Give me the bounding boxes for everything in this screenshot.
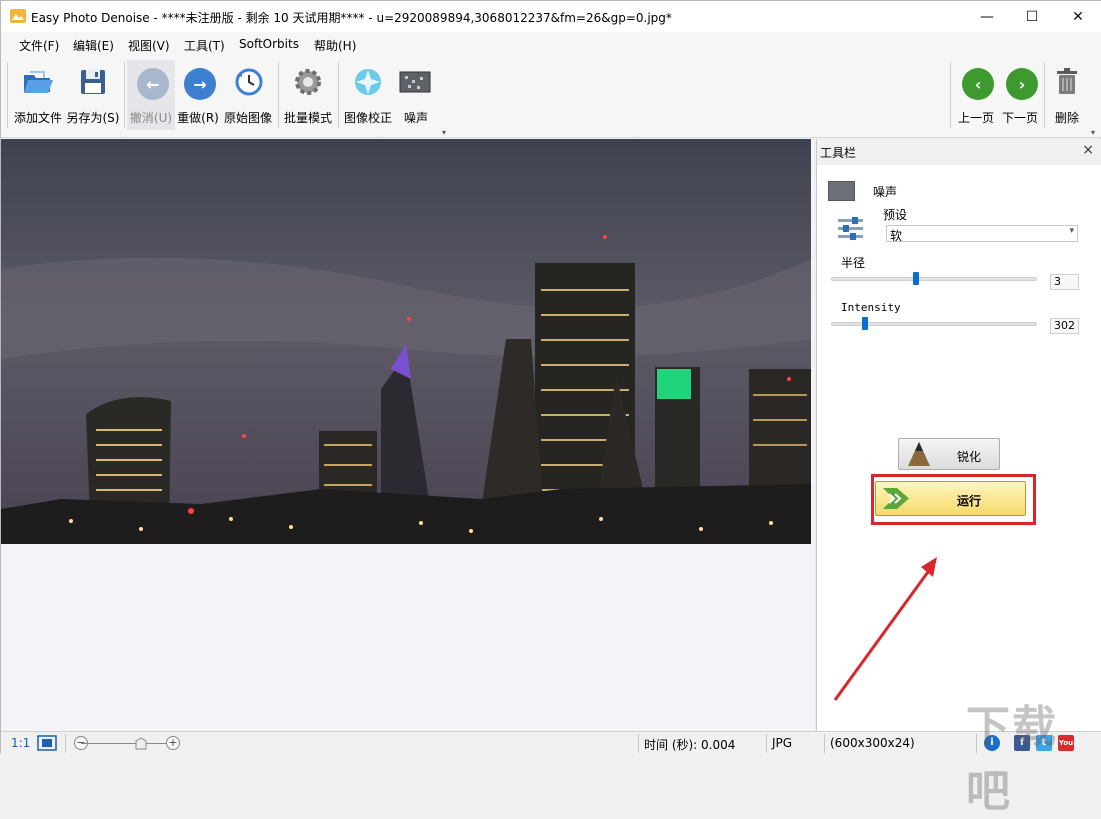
preset-sliders-icon (838, 217, 863, 240)
preset-selected-value: 软 (890, 229, 903, 243)
delete-label: 删除 (1054, 111, 1079, 125)
toolbar-separator (278, 62, 279, 128)
folder-open-icon (24, 71, 53, 93)
zoom-slider[interactable] (81, 743, 173, 744)
panel-title: 工具栏 (820, 146, 857, 160)
tools-panel: 工具栏 × 噪声 预设 软 ▾ 半径 3 Intensity 302 锐化 运行 (816, 139, 1101, 731)
sharpen-label: 锐化 (957, 450, 982, 464)
previous-page-button[interactable]: ‹ 上一页 (954, 60, 998, 130)
image-dimensions: (600x300x24) (830, 736, 915, 750)
next-arrow-icon: › (1006, 68, 1038, 100)
add-file-button[interactable]: 添加文件 (11, 60, 65, 130)
previous-page-label: 上一页 (957, 111, 994, 125)
noise-label: 噪声 (403, 111, 428, 125)
status-separator (824, 734, 825, 753)
next-page-label: 下一页 (1001, 111, 1038, 125)
title-bar: Easy Photo Denoise - ****未注册版 - 剩余 10 天试… (1, 1, 1101, 32)
redo-label: 重做(R) (177, 111, 219, 125)
next-page-button[interactable]: › 下一页 (998, 60, 1042, 130)
maximize-button[interactable]: ☐ (1009, 1, 1055, 32)
status-bar: 1:1 − + 时间 (秒): 0.004 JPG (600x300x24) i… (1, 731, 1101, 754)
menu-view[interactable]: 视图(V) (128, 37, 170, 54)
menu-bar: 文件(F) 编辑(E) 视图(V) 工具(T) SoftOrbits 帮助(H) (1, 32, 1101, 56)
panel-body: 噪声 预设 软 ▾ 半径 3 Intensity 302 锐化 运行 (817, 165, 1101, 731)
save-as-button[interactable]: 另存为(S) (65, 60, 121, 130)
batch-mode-button[interactable]: 批量模式 (281, 60, 335, 130)
zoom-slider-thumb[interactable] (135, 737, 147, 750)
gear-icon (295, 69, 321, 95)
toolbar-separator (1044, 62, 1045, 128)
menu-softorbits[interactable]: SoftOrbits (239, 37, 299, 51)
redo-arrow-icon: → (184, 68, 216, 100)
radius-value-field[interactable]: 3 (1050, 274, 1079, 290)
radius-label: 半径 (841, 256, 866, 270)
app-logo-icon (10, 9, 26, 23)
pencil-icon (908, 442, 930, 466)
original-image-label: 原始图像 (223, 111, 272, 125)
chevron-down-icon: ▾ (1069, 226, 1074, 236)
original-image-button[interactable]: 原始图像 (221, 60, 275, 130)
toolbar-separator (338, 62, 339, 128)
preset-label: 预设 (883, 208, 908, 222)
status-separator (65, 734, 66, 753)
intensity-slider[interactable] (831, 317, 1037, 330)
intensity-label: Intensity (841, 301, 901, 314)
toolbar-separator (124, 62, 125, 128)
image-correction-label: 图像校正 (343, 111, 392, 125)
minimize-button[interactable]: — (964, 1, 1010, 32)
trash-icon (1057, 68, 1077, 94)
run-arrow-icon (883, 488, 909, 509)
panel-close-icon[interactable]: × (1082, 142, 1094, 158)
site-watermark: 下载吧 (966, 702, 1058, 817)
toolbar-overflow-icon[interactable]: ▾ (442, 128, 446, 137)
city-skyline-photo (1, 139, 811, 544)
image-canvas[interactable] (1, 139, 814, 731)
close-button[interactable]: ✕ (1055, 1, 1101, 32)
menu-tools[interactable]: 工具(T) (184, 37, 225, 54)
processing-time: 时间 (秒): 0.004 (644, 738, 736, 752)
add-file-label: 添加文件 (13, 111, 62, 125)
toolbar-grip-right (950, 62, 951, 128)
toolbar-grip (7, 62, 8, 128)
noise-button[interactable]: 噪声 (397, 60, 435, 130)
run-label: 运行 (957, 494, 982, 508)
image-format: JPG (772, 736, 793, 750)
panel-header: 工具栏 × (817, 139, 1101, 163)
preset-select[interactable]: 软 ▾ (886, 225, 1078, 243)
delete-button[interactable]: 删除 (1047, 60, 1087, 130)
floppy-disk-icon (81, 70, 105, 94)
intensity-value-field[interactable]: 302 (1050, 318, 1079, 334)
redo-button[interactable]: → 重做(R) (176, 60, 220, 130)
annotation-arrow-icon (833, 557, 937, 701)
zoom-in-icon[interactable]: + (166, 736, 180, 750)
noise-icon (828, 181, 855, 201)
previous-arrow-icon: ‹ (962, 68, 994, 100)
undo-button[interactable]: ← 撤消(U) (127, 60, 175, 130)
actual-size-button[interactable]: 1:1 (11, 736, 30, 750)
menu-help[interactable]: 帮助(H) (314, 37, 356, 54)
status-separator (638, 734, 639, 753)
clock-icon (235, 68, 263, 96)
noise-icon (399, 71, 431, 93)
app-window: Easy Photo Denoise - ****未注册版 - 剩余 10 天试… (0, 0, 1101, 817)
status-separator (766, 734, 767, 753)
undo-arrow-icon: ← (137, 68, 169, 100)
image-correction-icon (355, 69, 381, 95)
menu-edit[interactable]: 编辑(E) (73, 37, 114, 54)
radius-slider[interactable] (831, 272, 1037, 285)
run-button[interactable]: 运行 (875, 481, 1026, 516)
radius-slider-thumb[interactable] (913, 272, 919, 285)
toolbar: 添加文件 另存为(S) ← 撤消(U) → 重做(R) 原始图像 批量模式 图像… (1, 56, 1101, 138)
save-as-label: 另存为(S) (66, 111, 120, 125)
undo-label: 撤消(U) (129, 111, 173, 125)
noise-section-title: 噪声 (873, 185, 898, 199)
intensity-slider-thumb[interactable] (862, 317, 868, 330)
toolbar-overflow-icon-right[interactable]: ▾ (1091, 128, 1095, 137)
fit-to-window-icon[interactable] (37, 735, 57, 751)
sharpen-button[interactable]: 锐化 (898, 438, 1000, 470)
window-title: Easy Photo Denoise - ****未注册版 - 剩余 10 天试… (31, 11, 672, 25)
batch-mode-label: 批量模式 (283, 111, 332, 125)
image-correction-button[interactable]: 图像校正 (341, 60, 395, 130)
menu-file[interactable]: 文件(F) (19, 37, 59, 54)
